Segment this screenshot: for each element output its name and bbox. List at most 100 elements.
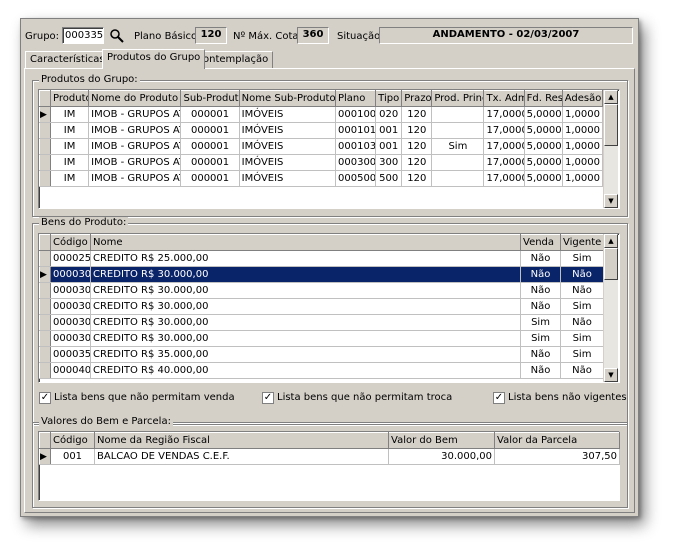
table-cell: IM <box>50 170 90 187</box>
table-cell: 000001 <box>180 154 240 171</box>
checkbox-icon[interactable]: ✓ <box>262 392 274 404</box>
col-vigente[interactable]: Vigente <box>560 234 604 251</box>
scroll-up-icon[interactable]: ▲ <box>604 234 618 248</box>
col-plano[interactable]: Plano <box>334 90 377 107</box>
table-cell: 307,50 <box>494 448 620 465</box>
col-prod-princ[interactable]: Prod. Princ. <box>431 90 485 107</box>
col-tipo[interactable]: Tipo <box>375 90 403 107</box>
table-row[interactable]: IMIMOB - GRUPOS ATÉ000001IMÓVEIS00010100… <box>38 122 604 139</box>
table-cell: 001 <box>375 138 403 155</box>
grupo-label: Grupo: <box>25 31 60 42</box>
table-cell: 000030 <box>50 330 91 347</box>
row-indicator <box>38 138 52 155</box>
valores-grid[interactable]: Código Nome da Região Fiscal Valor do Be… <box>38 431 620 501</box>
table-cell: IMOB - GRUPOS ATÉ <box>88 138 182 155</box>
tab-produtos-do-grupo[interactable]: Produtos do Grupo <box>102 49 206 69</box>
table-row[interactable]: 000025 CREDITO R$ 25.000,00 Não Sim <box>39 250 604 267</box>
chk-nao-permitam-troca[interactable]: ✓ Lista bens que não permitam troca <box>262 392 452 404</box>
table-cell <box>431 154 485 171</box>
table-cell: CREDITO R$ 30.000,00 <box>90 266 521 283</box>
col-valor-parcela[interactable]: Valor da Parcela <box>494 432 620 449</box>
table-row[interactable]: IMIMOB - GRUPOS ATÉ000001IMÓVEIS00010300… <box>38 138 604 155</box>
situacao-label: Situação: <box>337 31 384 42</box>
grupo-input[interactable]: 000335 <box>62 27 104 44</box>
row-indicator: ▶ <box>38 106 52 123</box>
table-cell: 120 <box>401 106 433 123</box>
scroll-up-icon[interactable]: ▲ <box>604 90 618 104</box>
table-cell: IMÓVEIS <box>238 106 337 123</box>
table-row[interactable]: IMIMOB - GRUPOS ATÉ000001IMÓVEIS00050050… <box>38 170 604 187</box>
tab-caracteristicas[interactable]: Características <box>25 51 110 68</box>
table-cell <box>431 106 485 123</box>
scroll-down-icon[interactable]: ▼ <box>604 194 618 208</box>
checkbox-icon[interactable]: ✓ <box>493 392 505 404</box>
table-cell: 000030 <box>50 298 91 315</box>
table-cell: 001 <box>50 448 95 465</box>
table-row[interactable]: ▶ 001 BALCAO DE VENDAS C.E.F. 30.000,00 307,… <box>39 448 620 465</box>
scroll-down-icon[interactable]: ▼ <box>604 368 618 382</box>
table-cell: CREDITO R$ 30.000,00 <box>90 330 521 347</box>
col-adesao[interactable]: Adesão <box>561 90 604 107</box>
col-produto[interactable]: Produto <box>50 90 90 107</box>
table-cell: 000101 <box>334 122 377 139</box>
table-cell: Sim <box>520 330 561 347</box>
table-cell: 020 <box>375 106 403 123</box>
table-row[interactable]: IMIMOB - GRUPOS ATÉ000001IMÓVEIS00030030… <box>38 154 604 171</box>
table-cell: 5,0000 <box>523 154 563 171</box>
chk-nao-permitam-venda[interactable]: ✓ Lista bens que não permitam venda <box>39 392 235 404</box>
col-nome[interactable]: Nome <box>90 234 521 251</box>
table-row[interactable]: ▶ 000030 CREDITO R$ 30.000,00 Não Não <box>39 266 604 283</box>
table-cell: 000025 <box>50 250 91 267</box>
table-row[interactable]: 000030 CREDITO R$ 30.000,00 Não Não <box>39 282 604 299</box>
chk-nao-vigentes[interactable]: ✓ Lista bens não vigentes <box>493 392 627 404</box>
col-venda[interactable]: Venda <box>520 234 561 251</box>
col-prazo[interactable]: Prazo <box>401 90 433 107</box>
table-cell <box>431 122 485 139</box>
col-nome-regiao-fiscal[interactable]: Nome da Região Fiscal <box>94 432 389 449</box>
table-cell: 17,0000 <box>483 106 525 123</box>
plano-basico-label: Plano Básico: <box>134 31 201 42</box>
table-row[interactable]: 000030 CREDITO R$ 30.000,00 Sim Sim <box>39 330 604 347</box>
tab-label: Contemplação <box>196 54 269 65</box>
col-fd-res[interactable]: Fd. Res. <box>523 90 563 107</box>
table-cell: IM <box>50 154 90 171</box>
table-row[interactable]: 000035 CREDITO R$ 35.000,00 Não Sim <box>39 346 604 363</box>
current-row-arrow-icon: ▶ <box>40 452 47 462</box>
table-cell: 1,0000 <box>561 122 604 139</box>
table-cell: 000030 <box>50 266 91 283</box>
table-cell: 300 <box>375 154 403 171</box>
bens-grid[interactable]: Código Nome Venda Vigente 000025 CREDITO … <box>38 233 620 383</box>
search-icon[interactable] <box>109 28 125 44</box>
bens-title: Bens do Produto: <box>39 217 129 229</box>
table-row[interactable]: 000030 CREDITO R$ 30.000,00 Sim Não <box>39 314 604 331</box>
table-cell: 000001 <box>180 106 240 123</box>
table-cell: 000001 <box>180 122 240 139</box>
scroll-thumb[interactable] <box>604 248 618 280</box>
table-row[interactable]: 000030 CREDITO R$ 30.000,00 Não Sim <box>39 298 604 315</box>
table-cell: 1,0000 <box>561 138 604 155</box>
table-cell: IM <box>50 122 90 139</box>
col-valor-bem[interactable]: Valor do Bem <box>388 432 495 449</box>
col-sub-produto[interactable]: Sub-Produto <box>180 90 240 107</box>
table-row[interactable]: 000040 CREDITO R$ 40.000,00 Não Não <box>39 362 604 379</box>
table-cell <box>431 170 485 187</box>
plano-basico-value: 120 <box>195 27 227 44</box>
table-cell: 000300 <box>334 154 377 171</box>
col-tx-adm[interactable]: Tx. Adm <box>483 90 525 107</box>
scroll-thumb[interactable] <box>604 104 618 146</box>
table-cell: CREDITO R$ 35.000,00 <box>90 346 521 363</box>
table-row[interactable]: ▶IMIMOB - GRUPOS ATÉ000001IMÓVEIS0001000… <box>38 106 604 123</box>
table-cell: 000100 <box>334 106 377 123</box>
bens-scrollbar[interactable]: ▲ ▼ <box>603 234 618 382</box>
col-codigo[interactable]: Código <box>50 432 95 449</box>
checkbox-icon[interactable]: ✓ <box>39 392 51 404</box>
col-nome-sub-produto[interactable]: Nome Sub-Produto <box>238 90 337 107</box>
row-indicator <box>39 314 51 331</box>
col-nome-produto[interactable]: Nome do Produto <box>88 90 182 107</box>
produtos-grid[interactable]: Produto Nome do Produto Sub-Produto Nome… <box>38 89 620 209</box>
table-cell: 000040 <box>50 362 91 379</box>
table-cell: CREDITO R$ 30.000,00 <box>90 282 521 299</box>
produtos-scrollbar[interactable]: ▲ ▼ <box>603 90 618 208</box>
row-indicator-header <box>39 234 51 251</box>
col-codigo[interactable]: Código <box>50 234 91 251</box>
